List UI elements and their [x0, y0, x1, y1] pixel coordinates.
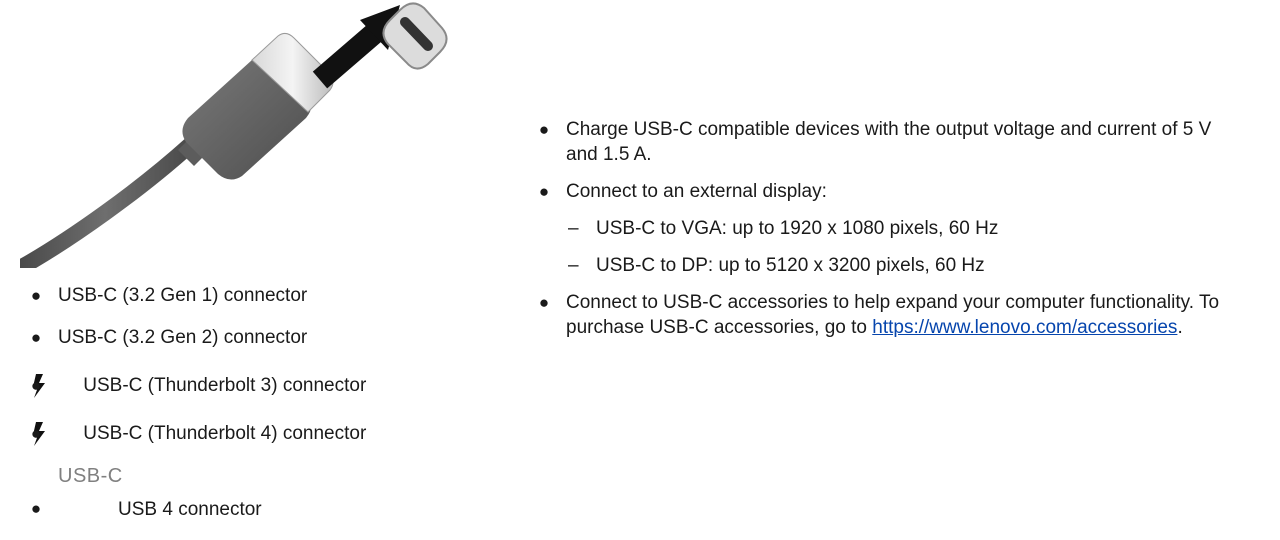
accessories-link[interactable]: https://www.lenovo.com/accessories — [872, 317, 1177, 338]
bullet: ● — [538, 293, 550, 312]
charge-text: Charge USB-C compatible devices with the… — [566, 119, 1212, 165]
sub-list-item: – USB-C to DP: up to 5120 x 3200 pixels,… — [538, 253, 1238, 278]
list-item: ● USB-C (Thunderbolt 3) connector — [30, 373, 500, 399]
list-item: ● Connect to USB-C accessories to help e… — [538, 290, 1238, 340]
connector-label: USB 4 connector — [118, 499, 262, 520]
dash: – — [568, 255, 579, 276]
list-item: ● USB-C (Thunderbolt 4) connector — [30, 421, 500, 447]
list-item: ● USB-C (3.2 Gen 2) connector — [30, 325, 500, 351]
bullet: ● — [538, 182, 550, 201]
display-option: USB-C to VGA: up to 1920 x 1080 pixels, … — [596, 218, 999, 239]
bullet: ● — [30, 424, 42, 443]
connector-label: USB-C (3.2 Gen 2) connector — [58, 327, 308, 348]
connector-label: USB-C (Thunderbolt 4) connector — [83, 423, 367, 444]
display-text: Connect to an external display: — [566, 181, 827, 202]
list-item: USB-C ● USB 4 connector — [30, 465, 500, 529]
bullet: ● — [30, 286, 42, 305]
list-item: ● Charge USB-C compatible devices with t… — [538, 117, 1238, 167]
usb-c-plug-illustration — [20, 2, 448, 268]
feature-list: ● Charge USB-C compatible devices with t… — [538, 117, 1238, 340]
usb-c-logo: USB-C — [58, 465, 123, 487]
dash: – — [568, 218, 579, 239]
sub-list-item: – USB-C to VGA: up to 1920 x 1080 pixels… — [538, 216, 1238, 241]
bullet: ● — [30, 376, 42, 395]
bullet: ● — [30, 499, 42, 518]
bullet: ● — [538, 120, 550, 139]
connector-label: USB-C (Thunderbolt 3) connector — [83, 375, 367, 396]
bullet: ● — [30, 328, 42, 347]
accessories-end: . — [1177, 317, 1183, 338]
display-option: USB-C to DP: up to 5120 x 3200 pixels, 6… — [596, 255, 985, 276]
list-item: ● USB-C (3.2 Gen 1) connector — [30, 283, 500, 309]
connector-list: ● USB-C (3.2 Gen 1) connector ● USB-C (3… — [30, 283, 500, 529]
list-item: ● Connect to an external display: — [538, 179, 1238, 204]
connector-label: USB-C (3.2 Gen 1) connector — [58, 285, 308, 306]
